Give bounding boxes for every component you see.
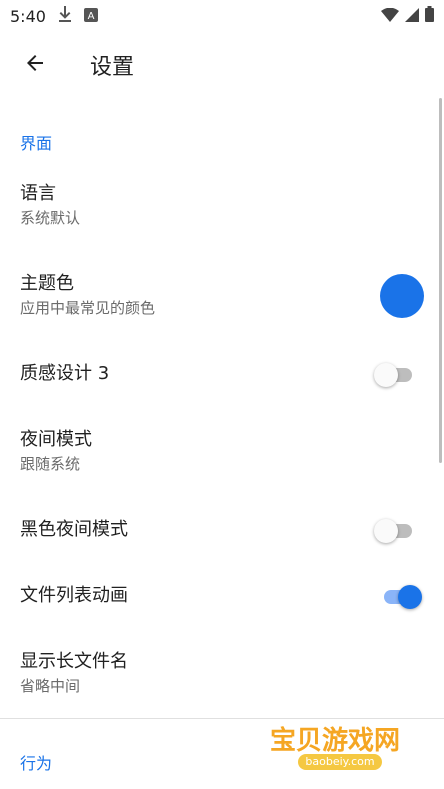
a-badge-icon: A (83, 7, 98, 26)
switch-thumb (374, 363, 398, 387)
status-bar: 5:40 A (0, 0, 444, 32)
watermark-text: 宝贝游戏网 (270, 726, 401, 756)
section-header-interface: 界面 (20, 134, 53, 153)
toolbar: 设置 (0, 32, 444, 98)
wifi-icon (381, 7, 399, 26)
theme-color-swatch[interactable] (380, 274, 424, 318)
pref-night-mode-summary: 跟随系统 (20, 455, 81, 473)
watermark-url: baobeiy.com (298, 754, 382, 770)
status-time: 5:40 (10, 6, 46, 26)
pref-language-title: 语言 (20, 183, 56, 204)
status-left: 5:40 A (10, 6, 98, 26)
switch-thumb (374, 519, 398, 543)
status-right (381, 6, 434, 26)
pref-night-mode[interactable]: 夜间模式 跟随系统 (0, 428, 444, 488)
switch-thumb (398, 585, 422, 609)
page-title: 设置 (90, 55, 135, 80)
battery-icon (425, 6, 434, 26)
pref-language[interactable]: 语言 系统默认 (0, 182, 444, 242)
download-icon (58, 6, 72, 26)
watermark-logo: 宝贝游戏网 baobeiy.com (268, 696, 408, 776)
file-list-anim-switch[interactable] (384, 585, 422, 609)
back-button[interactable] (0, 32, 70, 98)
svg-text:A: A (88, 11, 95, 22)
pref-long-filename-title: 显示长文件名 (20, 651, 128, 672)
pref-theme-color[interactable]: 主题色 应用中最常见的颜色 (0, 272, 444, 332)
pref-black-night[interactable]: 黑色夜间模式 (0, 518, 444, 558)
pref-file-list-anim[interactable]: 文件列表动画 (0, 584, 444, 624)
pref-night-mode-title: 夜间模式 (20, 429, 92, 450)
section-header-behavior: 行为 (20, 754, 53, 773)
settings-list[interactable]: 界面 语言 系统默认 主题色 应用中最常见的颜色 质感设计 3 夜间模式 跟随系… (0, 98, 444, 789)
pref-material3[interactable]: 质感设计 3 (0, 362, 444, 402)
black-night-switch[interactable] (374, 519, 412, 543)
material3-switch[interactable] (374, 363, 412, 387)
pref-language-summary: 系统默认 (20, 209, 81, 227)
arrow-back-icon (23, 51, 47, 79)
signal-icon (405, 7, 419, 26)
pref-long-filename-summary: 省略中间 (20, 677, 81, 695)
pref-file-list-anim-title: 文件列表动画 (20, 585, 128, 606)
